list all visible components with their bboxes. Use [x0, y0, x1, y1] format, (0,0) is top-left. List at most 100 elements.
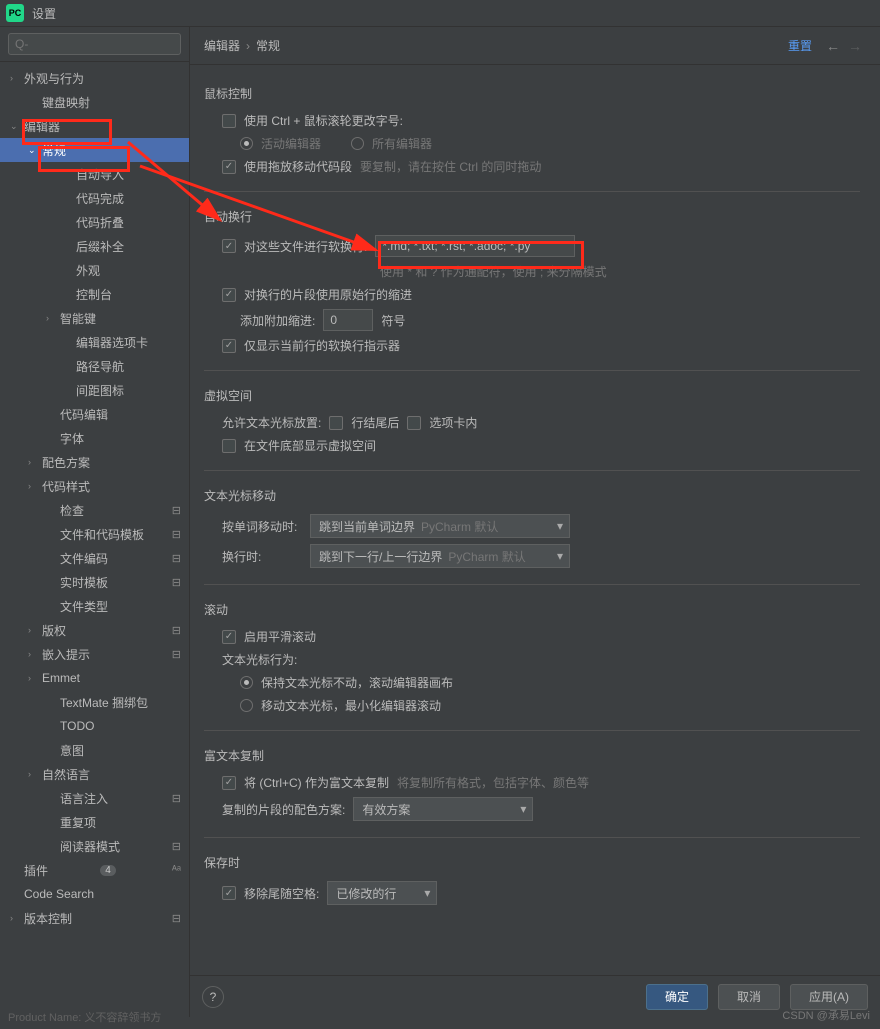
search-input[interactable] — [8, 33, 181, 55]
watermark: CSDN @承易Levi — [782, 1007, 870, 1023]
sidebar-item-14[interactable]: 代码编辑 — [0, 402, 189, 426]
sidebar-item-34[interactable]: Code Search — [0, 882, 189, 906]
sidebar: ›外观与行为键盘映射⌄编辑器⌄常规自动导入代码完成代码折叠后缀补全外观控制台›智… — [0, 27, 190, 1017]
sidebar-item-31[interactable]: 重复项 — [0, 810, 189, 834]
ctrl-wheel-checkbox[interactable] — [222, 114, 236, 128]
sidebar-item-20[interactable]: 文件编码⊟ — [0, 546, 189, 570]
sidebar-item-3[interactable]: ⌄常规 — [0, 138, 189, 162]
sidebar-item-8[interactable]: 外观 — [0, 258, 189, 282]
sidebar-item-15[interactable]: 字体 — [0, 426, 189, 450]
move-caret-radio[interactable] — [240, 699, 253, 712]
sidebar-item-5[interactable]: 代码完成 — [0, 186, 189, 210]
section-save: 保存时 — [204, 854, 860, 871]
sidebar-item-12[interactable]: 路径导航 — [0, 354, 189, 378]
by-word-dropdown[interactable]: 跳到当前单词边界PyCharm 默认 — [310, 514, 570, 538]
sidebar-item-23[interactable]: ›版权⊟ — [0, 618, 189, 642]
all-editors-radio[interactable] — [351, 137, 364, 150]
sidebar-item-0[interactable]: ›外观与行为 — [0, 66, 189, 90]
sidebar-item-6[interactable]: 代码折叠 — [0, 210, 189, 234]
sidebar-item-label: TextMate 捆绑包 — [60, 694, 148, 711]
sidebar-item-label: 后缀补全 — [76, 238, 124, 255]
add-indent-input[interactable] — [323, 309, 373, 331]
sidebar-item-33[interactable]: 插件4ᴬᵃ — [0, 858, 189, 882]
sidebar-item-26[interactable]: TextMate 捆绑包 — [0, 690, 189, 714]
sidebar-item-13[interactable]: 间距图标 — [0, 378, 189, 402]
sidebar-item-label: 文件和代码模板 — [60, 526, 144, 543]
help-icon[interactable]: ? — [202, 986, 224, 1008]
chevron-icon: › — [28, 457, 40, 467]
wrap-indent-checkbox[interactable] — [222, 288, 236, 302]
scope-icon: ᴬᵃ — [172, 864, 181, 876]
sidebar-item-label: 编辑器选项卡 — [76, 334, 148, 351]
apply-button[interactable]: 应用(A) — [790, 984, 868, 1010]
chevron-icon: › — [10, 913, 22, 923]
sidebar-item-35[interactable]: ›版本控制⊟ — [0, 906, 189, 930]
sidebar-item-2[interactable]: ⌄编辑器 — [0, 114, 189, 138]
pycharm-logo: PC — [6, 4, 24, 22]
bottom-virtual-checkbox[interactable] — [222, 439, 236, 453]
scope-icon: ⊟ — [172, 792, 181, 805]
sidebar-item-29[interactable]: ›自然语言 — [0, 762, 189, 786]
only-current-checkbox[interactable] — [222, 339, 236, 353]
sidebar-item-label: 外观 — [76, 262, 100, 279]
sidebar-item-label: 自动导入 — [76, 166, 124, 183]
sidebar-item-label: 代码折叠 — [76, 214, 124, 231]
chevron-icon: › — [10, 73, 22, 83]
active-editor-radio[interactable] — [240, 137, 253, 150]
sidebar-item-label: 版本控制 — [24, 910, 72, 927]
sidebar-item-28[interactable]: 意图 — [0, 738, 189, 762]
chevron-icon: ⌄ — [28, 145, 40, 156]
sidebar-item-30[interactable]: 语言注入⊟ — [0, 786, 189, 810]
sidebar-item-label: 编辑器 — [24, 118, 60, 135]
sidebar-item-19[interactable]: 文件和代码模板⊟ — [0, 522, 189, 546]
trim-checkbox[interactable] — [222, 886, 236, 900]
sidebar-item-label: 文件类型 — [60, 598, 108, 615]
sidebar-item-18[interactable]: 检查⊟ — [0, 498, 189, 522]
sidebar-item-32[interactable]: 阅读器模式⊟ — [0, 834, 189, 858]
scope-icon: ⊟ — [172, 840, 181, 853]
sidebar-item-21[interactable]: 实时模板⊟ — [0, 570, 189, 594]
end-of-line-checkbox[interactable] — [329, 416, 343, 430]
sidebar-item-22[interactable]: 文件类型 — [0, 594, 189, 618]
line-dropdown[interactable]: 跳到下一行/上一行边界PyCharm 默认 — [310, 544, 570, 568]
chevron-icon: › — [28, 649, 40, 659]
section-rich: 富文本复制 — [204, 747, 860, 764]
drag-move-checkbox[interactable] — [222, 160, 236, 174]
rich-copy-checkbox[interactable] — [222, 776, 236, 790]
sidebar-item-7[interactable]: 后缀补全 — [0, 234, 189, 258]
sidebar-item-label: Code Search — [24, 887, 94, 901]
cancel-button[interactable]: 取消 — [718, 984, 780, 1010]
sidebar-item-label: 代码完成 — [76, 190, 124, 207]
trim-dropdown[interactable]: 已修改的行 — [327, 881, 437, 905]
sidebar-item-27[interactable]: TODO — [0, 714, 189, 738]
scope-icon: ⊟ — [172, 504, 181, 517]
tab-inside-checkbox[interactable] — [407, 416, 421, 430]
scope-icon: ⊟ — [172, 576, 181, 589]
soft-wrap-checkbox[interactable] — [222, 239, 236, 253]
sidebar-item-9[interactable]: 控制台 — [0, 282, 189, 306]
section-virtual: 虚拟空间 — [204, 387, 860, 404]
reset-link[interactable]: 重置 — [788, 37, 812, 54]
soft-wrap-input[interactable] — [375, 235, 575, 257]
sidebar-item-11[interactable]: 编辑器选项卡 — [0, 330, 189, 354]
sidebar-item-17[interactable]: ›代码样式 — [0, 474, 189, 498]
section-scroll: 滚动 — [204, 601, 860, 618]
keep-caret-radio[interactable] — [240, 676, 253, 689]
smooth-scroll-checkbox[interactable] — [222, 630, 236, 644]
sidebar-item-4[interactable]: 自动导入 — [0, 162, 189, 186]
sidebar-item-24[interactable]: ›嵌入提示⊟ — [0, 642, 189, 666]
sidebar-item-1[interactable]: 键盘映射 — [0, 90, 189, 114]
sidebar-item-label: 嵌入提示 — [42, 646, 90, 663]
sidebar-item-label: 版权 — [42, 622, 66, 639]
sidebar-item-25[interactable]: ›Emmet — [0, 666, 189, 690]
sidebar-item-label: 文件编码 — [60, 550, 108, 567]
back-icon[interactable]: ← — [826, 38, 840, 54]
sidebar-item-16[interactable]: ›配色方案 — [0, 450, 189, 474]
count-badge: 4 — [100, 865, 116, 876]
sidebar-item-10[interactable]: ›智能键 — [0, 306, 189, 330]
forward-icon[interactable]: → — [848, 38, 862, 54]
ok-button[interactable]: 确定 — [646, 984, 708, 1010]
sidebar-item-label: 键盘映射 — [42, 94, 90, 111]
sidebar-item-label: 重复项 — [60, 814, 96, 831]
scheme-dropdown[interactable]: 有效方案 — [353, 797, 533, 821]
